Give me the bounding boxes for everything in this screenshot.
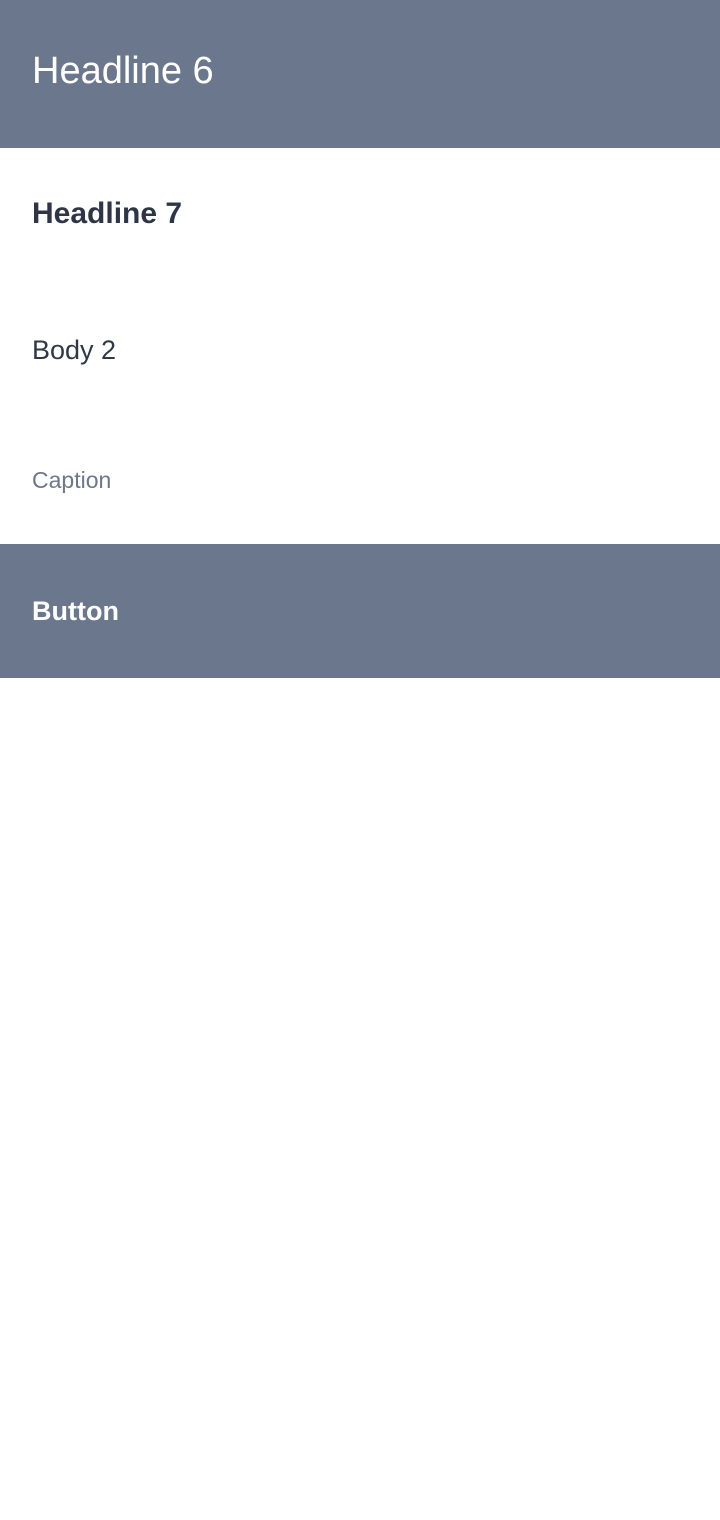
caption-text: Caption — [32, 466, 112, 493]
body2-row: Body 2 — [0, 283, 720, 418]
screen: Headline 6 Headline 7 Body 2 Caption But… — [0, 0, 720, 1520]
primary-button[interactable]: Button — [0, 544, 720, 678]
body2-text: Body 2 — [32, 335, 117, 365]
button-label: Button — [32, 595, 119, 626]
headline7-text: Headline 7 — [32, 196, 183, 230]
headline7-row: Headline 7 — [0, 148, 720, 283]
caption-row: Caption — [0, 418, 720, 544]
page-title: Headline 6 — [32, 49, 214, 92]
app-bar: Headline 6 — [0, 0, 720, 148]
